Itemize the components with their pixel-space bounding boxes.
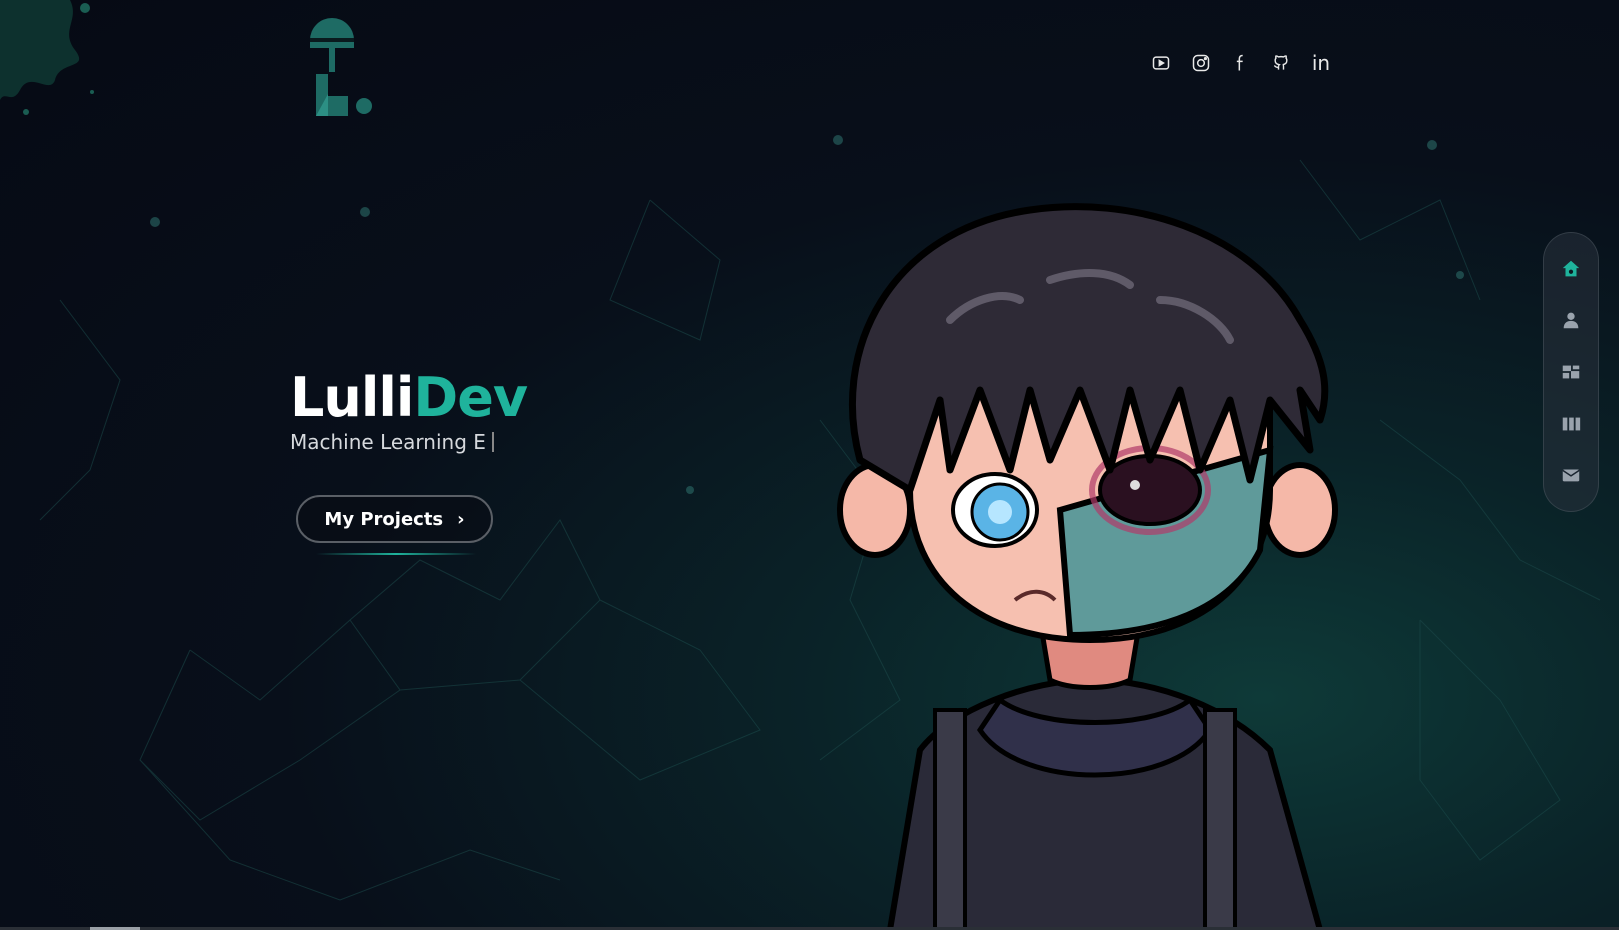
home-icon	[1562, 260, 1580, 277]
avatar-illustration	[837, 203, 1338, 930]
linkedin-label: in	[1311, 51, 1331, 75]
typewriter-text: Machine Learning E	[290, 430, 486, 454]
github-icon[interactable]	[1270, 52, 1292, 74]
user-icon	[1563, 313, 1579, 329]
youtube-icon[interactable]	[1150, 52, 1172, 74]
cta-glow-underline	[316, 553, 476, 555]
facebook-icon[interactable]	[1230, 52, 1252, 74]
nav-about[interactable]	[1555, 304, 1587, 336]
chevron-right-icon: ›	[457, 508, 465, 530]
instagram-icon[interactable]	[1190, 52, 1212, 74]
brand-part-1: Lulli	[290, 366, 414, 429]
my-projects-button[interactable]: My Projects ›	[296, 495, 493, 543]
cta-label: My Projects	[324, 508, 444, 530]
brand-part-2: Dev	[413, 366, 528, 429]
linkedin-icon[interactable]: in	[1310, 51, 1332, 75]
social-links: in	[1150, 51, 1332, 75]
nav-contact[interactable]	[1555, 459, 1587, 491]
background-network	[39, 135, 1601, 901]
hero-subtitle: Machine Learning E	[290, 430, 527, 454]
lollipop-logo-icon[interactable]	[300, 18, 380, 118]
nav-projects[interactable]	[1555, 408, 1587, 440]
typing-cursor	[491, 432, 494, 452]
dashboard-icon	[1562, 365, 1580, 379]
side-navigation	[1543, 232, 1599, 512]
nav-dashboard[interactable]	[1555, 356, 1587, 388]
paint-splatter	[0, 0, 94, 115]
nav-home[interactable]	[1555, 253, 1587, 285]
mail-icon	[1562, 469, 1580, 482]
hero-section: LulliDev Machine Learning E	[290, 366, 528, 455]
brand-title: LulliDev	[290, 366, 528, 429]
columns-icon	[1562, 417, 1581, 430]
